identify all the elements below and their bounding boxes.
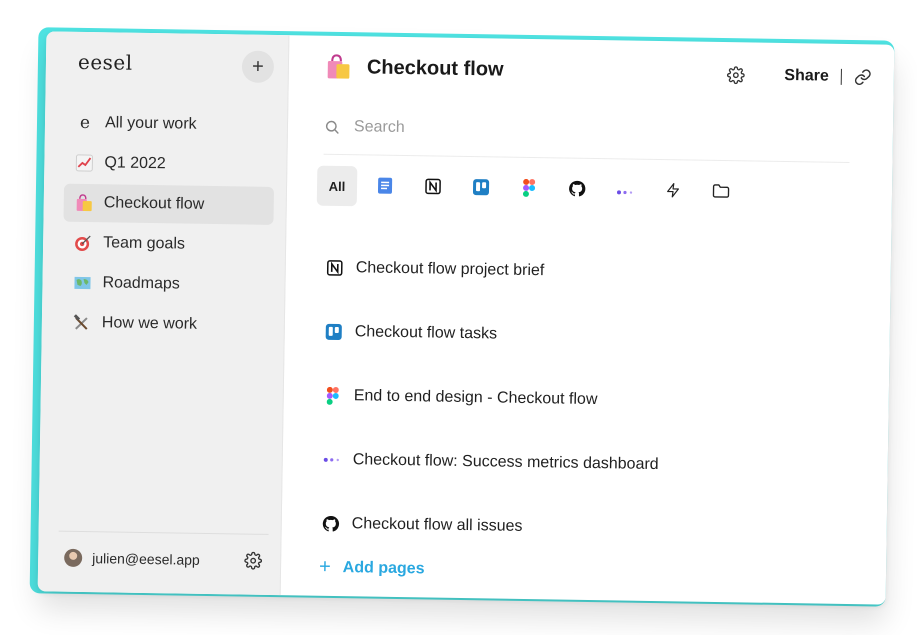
hammer-wrench-icon: [72, 313, 92, 333]
settings-gear-icon[interactable]: [244, 551, 263, 570]
results-list: Checkout flow project brief Checkout flo…: [321, 236, 846, 564]
plus-icon: +: [318, 555, 331, 578]
result-title: Checkout flow all issues: [351, 515, 523, 535]
sidebar-item-label: Team goals: [103, 234, 186, 253]
search-icon: [324, 119, 340, 135]
sidebar-item-label: All your work: [104, 114, 197, 133]
notion-icon: [326, 259, 344, 277]
figma-icon: [522, 178, 536, 199]
app-window-wrap: eesel + e All your work Q1 2022 Checkout…: [29, 27, 895, 607]
list-item[interactable]: Checkout flow: Success metrics dashboard: [322, 428, 843, 500]
direct-hit-icon: [73, 233, 93, 253]
chart-increasing-icon: [74, 153, 94, 173]
divider: [840, 68, 842, 85]
sidebar-item-label: How we work: [101, 314, 198, 333]
google-docs-icon: [376, 176, 394, 197]
dots-icon: [616, 183, 634, 198]
sidebar-item-label: Q1 2022: [104, 154, 166, 173]
result-title: Checkout flow tasks: [354, 323, 498, 343]
eesel-e-icon: e: [79, 112, 91, 134]
sidebar-item-team-goals[interactable]: Team goals: [63, 224, 274, 265]
list-item[interactable]: End to end design - Checkout flow: [323, 364, 844, 436]
shopping-bags-icon: [325, 54, 351, 80]
filter-lightning[interactable]: [653, 171, 694, 212]
world-map-icon: [72, 273, 92, 293]
add-pages-button[interactable]: + Add pages: [319, 556, 425, 581]
filter-folder[interactable]: [701, 172, 742, 213]
sidebar-nav: e All your work Q1 2022 Checkout flow Te…: [62, 104, 276, 347]
list-item[interactable]: Checkout flow all issues: [321, 492, 842, 564]
sidebar-item-label: Roadmaps: [102, 274, 181, 293]
app-window: eesel + e All your work Q1 2022 Checkout…: [37, 31, 895, 605]
result-title: End to end design - Checkout flow: [353, 387, 598, 409]
result-title: Checkout flow: Success metrics dashboard: [352, 451, 659, 474]
copy-link-icon[interactable]: [854, 68, 872, 86]
avatar[interactable]: [64, 548, 83, 567]
dots-icon: [323, 451, 341, 469]
filter-figma[interactable]: [509, 169, 550, 210]
sidebar-item-roadmaps[interactable]: Roadmaps: [62, 264, 273, 305]
result-title: Checkout flow project brief: [355, 259, 545, 280]
filter-google-docs[interactable]: [365, 166, 406, 207]
github-icon: [568, 179, 586, 200]
filter-github[interactable]: [557, 169, 598, 210]
lightning-icon: [665, 181, 681, 202]
stage: eesel + e All your work Q1 2022 Checkout…: [0, 0, 917, 635]
trello-icon: [472, 178, 490, 199]
share-button[interactable]: Share: [784, 67, 829, 86]
page-title: Checkout flow: [366, 55, 504, 81]
search-bar: [323, 109, 851, 164]
main-panel: Checkout flow Share Search All Checkout …: [281, 35, 895, 604]
sidebar-item-label: Checkout flow: [103, 194, 205, 213]
title-row: Checkout flow: [325, 54, 504, 83]
logo: eesel: [77, 49, 133, 75]
user-row: julien@eesel.app: [57, 530, 269, 577]
sidebar-item-checkout-flow[interactable]: Checkout flow: [63, 183, 275, 225]
github-icon: [322, 515, 340, 533]
sidebar-item-how-we-work[interactable]: How we work: [62, 304, 273, 345]
folder-icon: [712, 182, 730, 201]
sidebar-item-q1-2022[interactable]: Q1 2022: [64, 144, 275, 185]
filter-trello[interactable]: [461, 168, 502, 209]
add-pages-label: Add pages: [342, 558, 425, 577]
top-actions: Share: [726, 66, 872, 86]
trello-icon: [325, 323, 343, 341]
sidebar: eesel + e All your work Q1 2022 Checkout…: [37, 31, 290, 596]
sidebar-item-all-your-work[interactable]: e All your work: [65, 104, 276, 145]
filter-dots[interactable]: [605, 170, 646, 211]
list-item[interactable]: Checkout flow tasks: [324, 300, 845, 372]
list-item[interactable]: Checkout flow project brief: [325, 236, 846, 308]
source-filters: All: [316, 165, 750, 213]
shopping-bags-icon: [74, 193, 94, 213]
user-email: julien@eesel.app: [92, 550, 200, 568]
search-input[interactable]: [351, 117, 757, 144]
filter-all[interactable]: All: [316, 165, 358, 207]
filter-notion[interactable]: [413, 167, 454, 208]
notion-icon: [424, 177, 442, 198]
page-settings-gear-icon[interactable]: [726, 66, 745, 85]
add-button[interactable]: +: [241, 50, 275, 83]
figma-icon: [324, 386, 342, 405]
